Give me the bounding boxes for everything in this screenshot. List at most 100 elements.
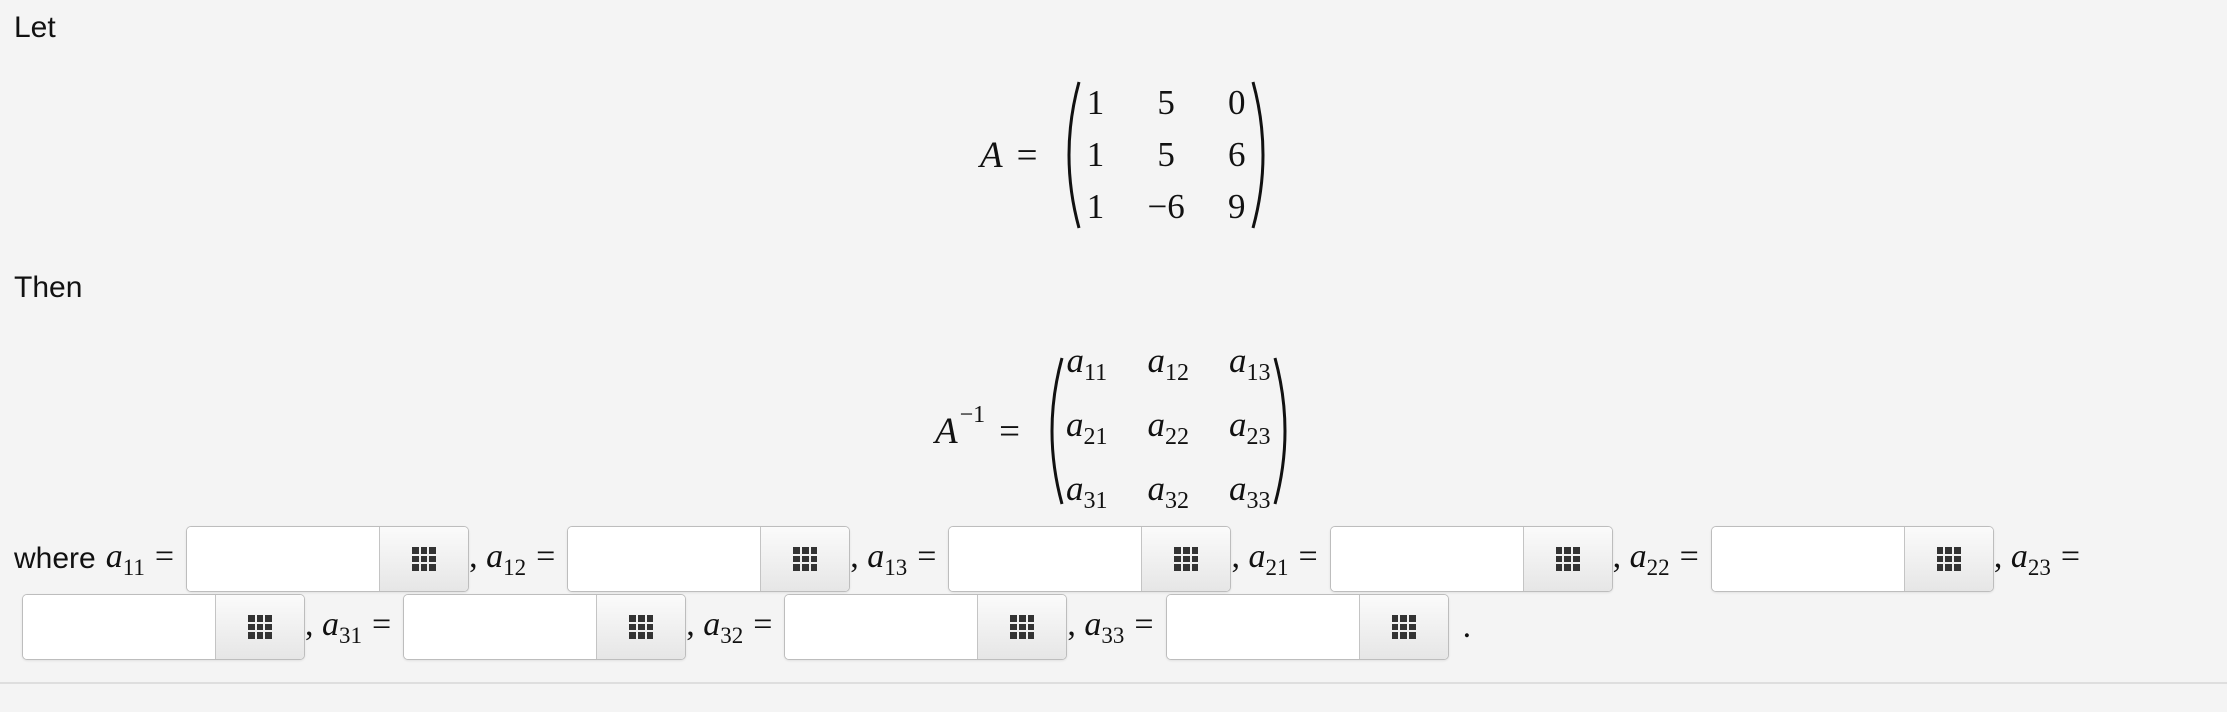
field-label-a31: , a31 = [305, 606, 403, 649]
label-subscript: 23 [2027, 554, 2051, 580]
equals-sign: = [154, 537, 175, 575]
matrix-a-cell: −6 [1147, 187, 1185, 226]
field-label-a23: , a23 = [1994, 538, 2092, 581]
field-label-a11: a11 = [106, 538, 186, 581]
equals-sign: = [2060, 537, 2080, 575]
palette-button[interactable] [1358, 595, 1448, 659]
answer-input-a33[interactable] [1166, 595, 1359, 659]
palette-button[interactable] [1903, 527, 1993, 591]
grid-palette-icon [412, 547, 437, 571]
matrix-a-equation: A = 1 5 0 1 5 6 1 −6 9 [980, 80, 1275, 230]
answer-input-a12[interactable] [568, 527, 761, 591]
entry-variable: a [1066, 469, 1084, 508]
palette-button[interactable] [977, 595, 1067, 659]
label-subscript: 13 [884, 554, 908, 580]
right-paren-icon [1251, 81, 1265, 229]
entry-variable: a [1147, 341, 1166, 380]
equals-sign: = [917, 537, 937, 575]
grid-palette-icon [1174, 547, 1199, 571]
entry-subscript: 31 [1083, 488, 1108, 514]
final-period: . [1462, 608, 1472, 645]
field-label-a13: , a13 = [850, 538, 948, 581]
matrix-a-label: A [980, 134, 1003, 176]
divider [0, 682, 2227, 684]
answer-field-a32 [784, 594, 1068, 660]
entry-variable: a [1066, 405, 1084, 444]
answer-field-a23 [22, 594, 305, 660]
label-variable: a [486, 537, 504, 575]
matrix-inverse-cell: a22 [1148, 406, 1190, 456]
answer-input-a31[interactable] [404, 595, 597, 659]
palette-button[interactable] [760, 527, 850, 591]
where-text: where [14, 542, 96, 575]
field-label-a32: , a32 = [686, 606, 784, 649]
label-variable: a [2010, 537, 2028, 575]
answer-input-a22[interactable] [1711, 527, 1904, 591]
entry-subscript: 21 [1083, 424, 1108, 450]
matrix-a-cell: 1 [1086, 83, 1105, 122]
answer-field-a12 [567, 526, 851, 592]
label-subscript: 33 [1101, 622, 1125, 648]
entry-variable: a [1066, 341, 1084, 380]
matrix-inverse-cell: a32 [1148, 470, 1190, 520]
left-paren-icon [1068, 81, 1081, 229]
entry-variable: a [1229, 469, 1247, 508]
matrix-inverse-equation: A −1 = a11 a12 a13 a21 a22 a23 a31 a32 a33 [935, 342, 1297, 520]
equals-sign: = [372, 605, 392, 643]
equals-sign: = [753, 605, 773, 643]
label-variable: a [1248, 537, 1266, 575]
matrix-inverse-cell: a21 [1066, 406, 1108, 456]
answer-field-a31 [403, 594, 687, 660]
grid-palette-icon [248, 615, 272, 639]
matrix-a-cell: 0 [1227, 83, 1246, 122]
palette-button[interactable] [1141, 527, 1231, 591]
answer-input-a11[interactable] [187, 527, 380, 591]
grid-palette-icon [1391, 615, 1416, 639]
matrix-a-cell: 9 [1227, 187, 1246, 226]
entry-subscript: 11 [1083, 360, 1108, 386]
field-label-a21: , a21 = [1231, 538, 1329, 581]
entry-variable: a [1229, 341, 1247, 380]
entry-subscript: 32 [1165, 488, 1190, 514]
answer-field-a21 [1329, 526, 1613, 592]
label-subscript: 11 [122, 554, 145, 580]
entry-subscript: 33 [1246, 488, 1271, 514]
answer-input-a32[interactable] [785, 595, 978, 659]
label-variable: a [1084, 605, 1102, 643]
entry-subscript: 23 [1246, 424, 1271, 450]
equals-sign: = [1679, 537, 1699, 575]
answer-input-a23[interactable] [23, 595, 215, 659]
matrix-a-entries: 1 5 0 1 5 6 1 −6 9 [1083, 84, 1248, 226]
answer-row-2: , a31 =, a 32 = , a33 =. [22, 594, 1471, 660]
answer-input-a13[interactable] [949, 527, 1142, 591]
entry-variable: a [1147, 469, 1166, 508]
left-paren-icon [1050, 357, 1064, 505]
matrix-inverse-cell: a33 [1229, 470, 1271, 520]
answer-field-a11 [186, 526, 470, 592]
answer-field-a13 [948, 526, 1232, 592]
label-subscript: 32 [720, 622, 744, 648]
intro-let: Let [14, 11, 56, 44]
comma-separator: , [1067, 605, 1085, 643]
field-label-a33: , a33 = [1067, 606, 1165, 649]
entry-subscript: 12 [1165, 360, 1190, 386]
comma-separator: , [469, 537, 487, 575]
label-subscript: 12 [503, 554, 527, 580]
answer-field-a22 [1710, 526, 1994, 592]
grid-palette-icon [793, 547, 818, 571]
equals-sign: = [1298, 537, 1318, 575]
label-subscript: 21 [1265, 554, 1289, 580]
matrix-a-cell: 1 [1086, 187, 1105, 226]
palette-button[interactable] [379, 527, 469, 591]
matrix-inverse-entries: a11 a12 a13 a21 a22 a23 a31 a32 a33 [1066, 342, 1271, 520]
palette-button[interactable] [596, 595, 686, 659]
answer-input-a21[interactable] [1330, 527, 1523, 591]
field-label-a12: , a12 = [469, 538, 567, 581]
palette-button[interactable] [1522, 527, 1612, 591]
equals-sign: = [999, 410, 1021, 452]
answer-field-a33 [1165, 594, 1449, 660]
comma-separator: , [1993, 537, 2011, 575]
palette-button[interactable] [215, 595, 304, 659]
comma-separator: , [305, 605, 322, 643]
grid-palette-icon [629, 615, 654, 639]
